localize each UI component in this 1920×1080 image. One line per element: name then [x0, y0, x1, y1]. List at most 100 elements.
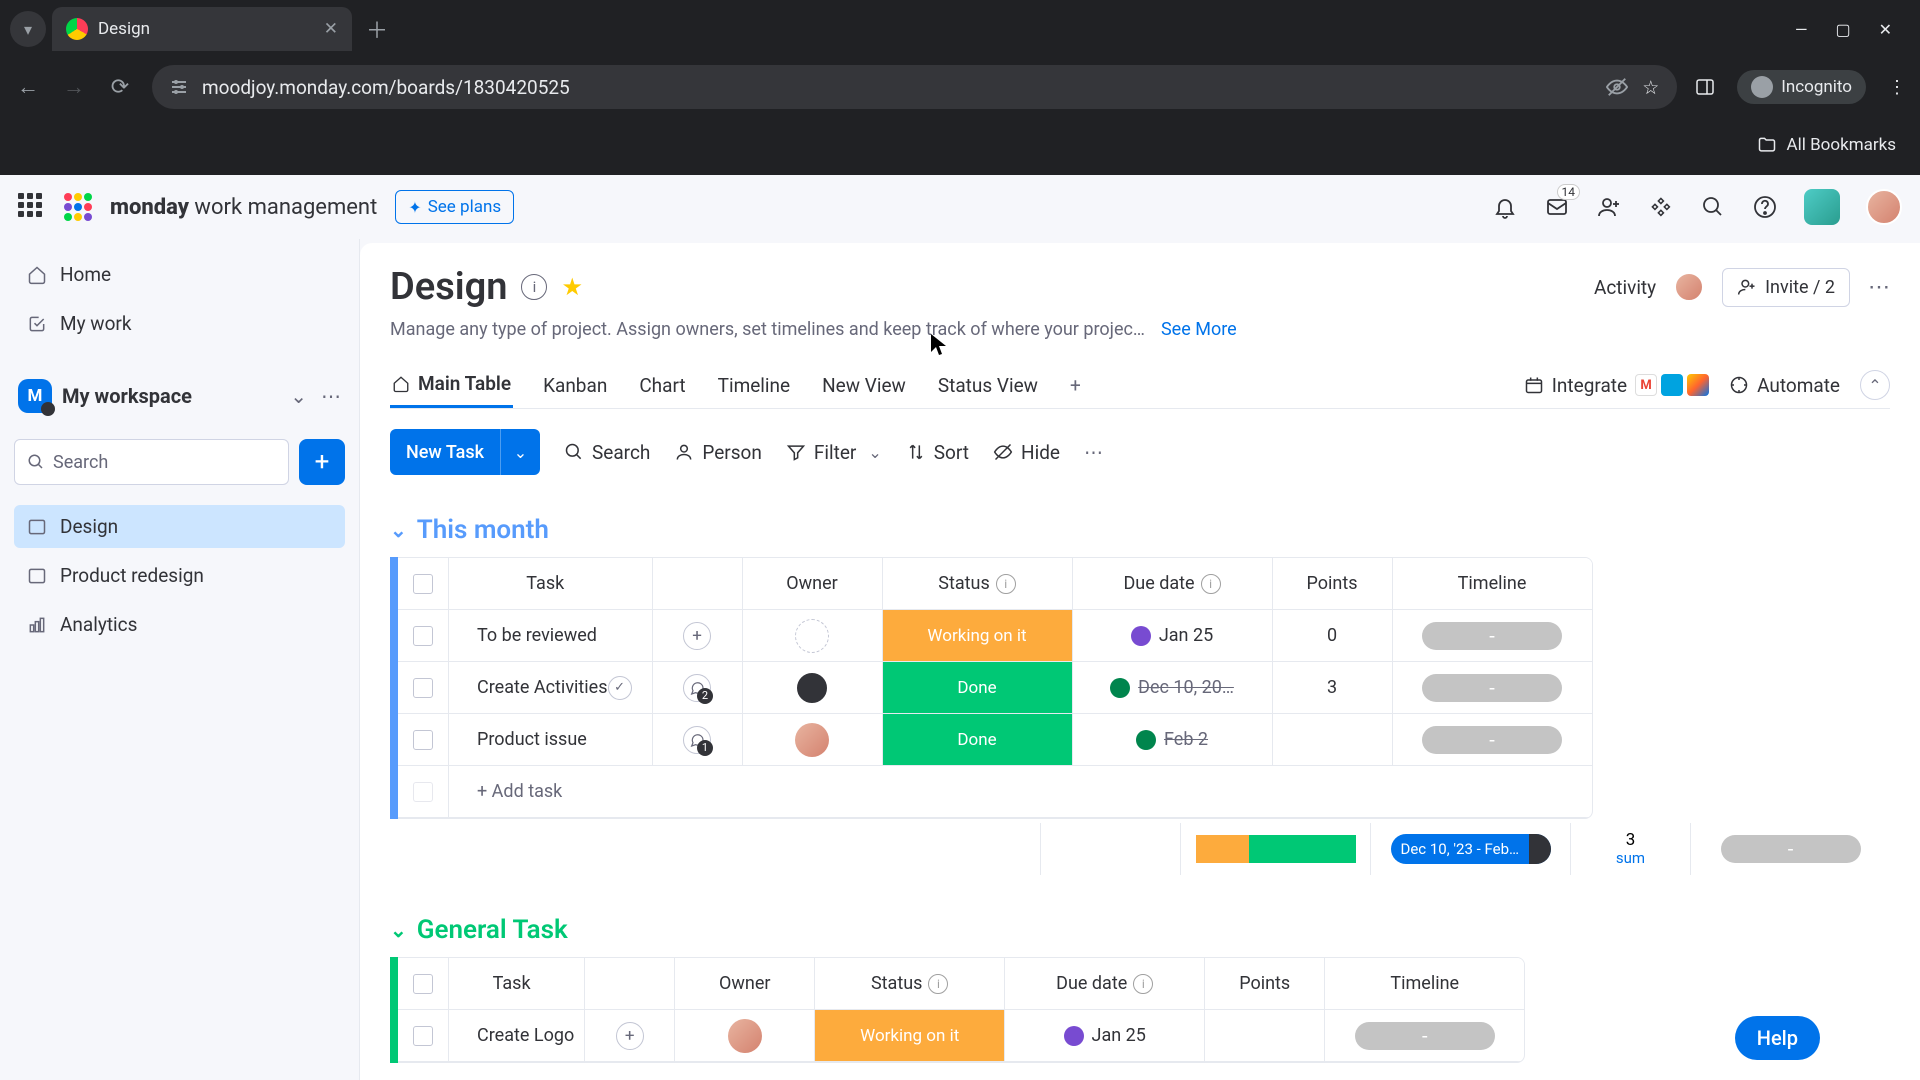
column-task[interactable]: Task: [448, 958, 584, 1009]
group-header[interactable]: ⌄General Task: [390, 915, 1890, 945]
user-avatar[interactable]: [1866, 189, 1902, 225]
due-date-cell[interactable]: Feb 2: [1072, 714, 1272, 765]
tab-main-table[interactable]: Main Table: [390, 362, 513, 408]
automate-button[interactable]: Automate: [1729, 374, 1840, 397]
incognito-chip[interactable]: Incognito: [1737, 70, 1866, 104]
owner-avatar[interactable]: [795, 619, 829, 653]
filter-button[interactable]: Filter⌄: [786, 441, 882, 464]
chevron-down-icon[interactable]: ⌄: [868, 443, 881, 462]
see-more-link[interactable]: See More: [1161, 319, 1237, 340]
updates-bubble-icon[interactable]: 1: [683, 726, 711, 754]
column-updates[interactable]: [584, 958, 674, 1009]
status-cell[interactable]: Working on it: [814, 1010, 1004, 1061]
column-owner[interactable]: Owner: [674, 958, 814, 1009]
help-icon[interactable]: [1752, 194, 1778, 220]
row-checkbox[interactable]: [413, 678, 433, 698]
apps-icon[interactable]: [1648, 194, 1674, 220]
reload-button[interactable]: ⟳: [106, 75, 134, 100]
column-status[interactable]: Statusi: [814, 958, 1004, 1009]
points-cell[interactable]: [1272, 714, 1392, 765]
row-checkbox[interactable]: [413, 1026, 433, 1046]
column-due[interactable]: Due datei: [1072, 558, 1272, 609]
status-cell[interactable]: Done: [882, 714, 1072, 765]
timeline-cell[interactable]: -: [1392, 714, 1592, 765]
invite-members-icon[interactable]: [1596, 194, 1622, 220]
window-maximize-button[interactable]: ▢: [1835, 20, 1850, 39]
owner-cell[interactable]: [674, 1010, 814, 1061]
workspace-menu-button[interactable]: ⋯: [321, 384, 341, 408]
info-icon[interactable]: i: [1133, 974, 1153, 994]
info-icon[interactable]: i: [521, 274, 547, 300]
updates-cell[interactable]: +: [652, 610, 742, 661]
board-title[interactable]: Design: [390, 265, 507, 309]
owner-avatar[interactable]: [728, 1019, 762, 1053]
points-cell[interactable]: 0: [1272, 610, 1392, 661]
workspace-header[interactable]: M My workspace ⌄ ⋯: [14, 369, 345, 423]
bookmark-star-icon[interactable]: ☆: [1642, 76, 1659, 99]
window-minimize-button[interactable]: —: [1795, 20, 1808, 39]
info-icon[interactable]: i: [928, 974, 948, 994]
timeline-cell[interactable]: -: [1392, 610, 1592, 661]
owner-cell[interactable]: [742, 610, 882, 661]
search-button[interactable]: Search: [564, 441, 650, 464]
products-switcher-icon[interactable]: [18, 193, 46, 221]
new-task-button[interactable]: New Task ⌄: [390, 429, 540, 475]
column-timeline[interactable]: Timeline: [1392, 558, 1592, 609]
task-name-cell[interactable]: Product issue: [448, 714, 652, 765]
invite-button[interactable]: Invite / 2: [1722, 268, 1850, 307]
sidebar-item-mywork[interactable]: My work: [14, 302, 345, 345]
hide-button[interactable]: Hide: [993, 441, 1060, 464]
team-avatar[interactable]: [1804, 189, 1840, 225]
column-points[interactable]: Points: [1272, 558, 1392, 609]
column-points[interactable]: Points: [1204, 958, 1324, 1009]
group-name[interactable]: General Task: [417, 915, 568, 945]
points-cell[interactable]: [1204, 1010, 1324, 1061]
chevron-down-icon[interactable]: ⌄: [390, 518, 407, 542]
column-status[interactable]: Statusi: [882, 558, 1072, 609]
updates-cell[interactable]: 1: [652, 714, 742, 765]
row-checkbox[interactable]: [413, 730, 433, 750]
table-row[interactable]: Create Activities✓ 2 Done Dec 10, 20… 3 …: [398, 662, 1592, 714]
select-all-checkbox[interactable]: [413, 574, 433, 594]
chevron-down-icon[interactable]: ⌄: [290, 384, 307, 408]
privacy-eye-icon[interactable]: [1606, 76, 1628, 98]
activity-avatar[interactable]: [1674, 272, 1704, 302]
select-all-checkbox[interactable]: [413, 974, 433, 994]
new-tab-button[interactable]: ＋: [366, 13, 388, 45]
tab-kanban[interactable]: Kanban: [541, 364, 609, 407]
updates-cell[interactable]: +: [584, 1010, 674, 1061]
timeline-cell[interactable]: -: [1324, 1010, 1524, 1061]
sidebar-search-input[interactable]: Search: [14, 439, 289, 485]
toolbar-more-button[interactable]: ⋯: [1084, 441, 1103, 464]
column-updates[interactable]: [652, 558, 742, 609]
forward-button[interactable]: →: [60, 74, 88, 100]
timeline-cell[interactable]: -: [1392, 662, 1592, 713]
tab-timeline[interactable]: Timeline: [716, 364, 793, 407]
browser-menu-button[interactable]: ⋮: [1888, 77, 1906, 98]
task-name-cell[interactable]: Create Activities✓: [448, 662, 652, 713]
add-task-row[interactable]: + Add task: [398, 766, 1592, 818]
new-task-dropdown[interactable]: ⌄: [500, 429, 540, 475]
add-view-button[interactable]: +: [1068, 364, 1083, 407]
due-date-cell[interactable]: Dec 10, 20…: [1072, 662, 1272, 713]
window-close-button[interactable]: ✕: [1879, 20, 1892, 39]
add-update-icon[interactable]: +: [616, 1022, 644, 1050]
sidebar-item-home[interactable]: Home: [14, 253, 345, 296]
owner-avatar[interactable]: [795, 671, 829, 705]
row-checkbox[interactable]: [413, 782, 433, 802]
owner-cell[interactable]: [742, 714, 882, 765]
favorite-star-icon[interactable]: ★: [561, 273, 583, 301]
see-plans-button[interactable]: ✦See plans: [395, 190, 514, 224]
board-options-button[interactable]: ⋯: [1868, 275, 1890, 300]
table-row[interactable]: Create Logo + Working on it Jan 25 -: [398, 1010, 1524, 1062]
info-icon[interactable]: i: [1201, 574, 1221, 594]
column-timeline[interactable]: Timeline: [1324, 958, 1524, 1009]
row-checkbox[interactable]: [413, 626, 433, 646]
group-header[interactable]: ⌄This month: [390, 515, 1890, 545]
table-row[interactable]: To be reviewed + Working on it Jan 25 0 …: [398, 610, 1592, 662]
updates-bubble-icon[interactable]: 2: [683, 674, 711, 702]
sort-button[interactable]: Sort: [906, 441, 969, 464]
sidebar-item-product-redesign[interactable]: Product redesign: [14, 554, 345, 597]
tab-list-button[interactable]: ▾: [10, 11, 46, 47]
search-everything-icon[interactable]: [1700, 194, 1726, 220]
